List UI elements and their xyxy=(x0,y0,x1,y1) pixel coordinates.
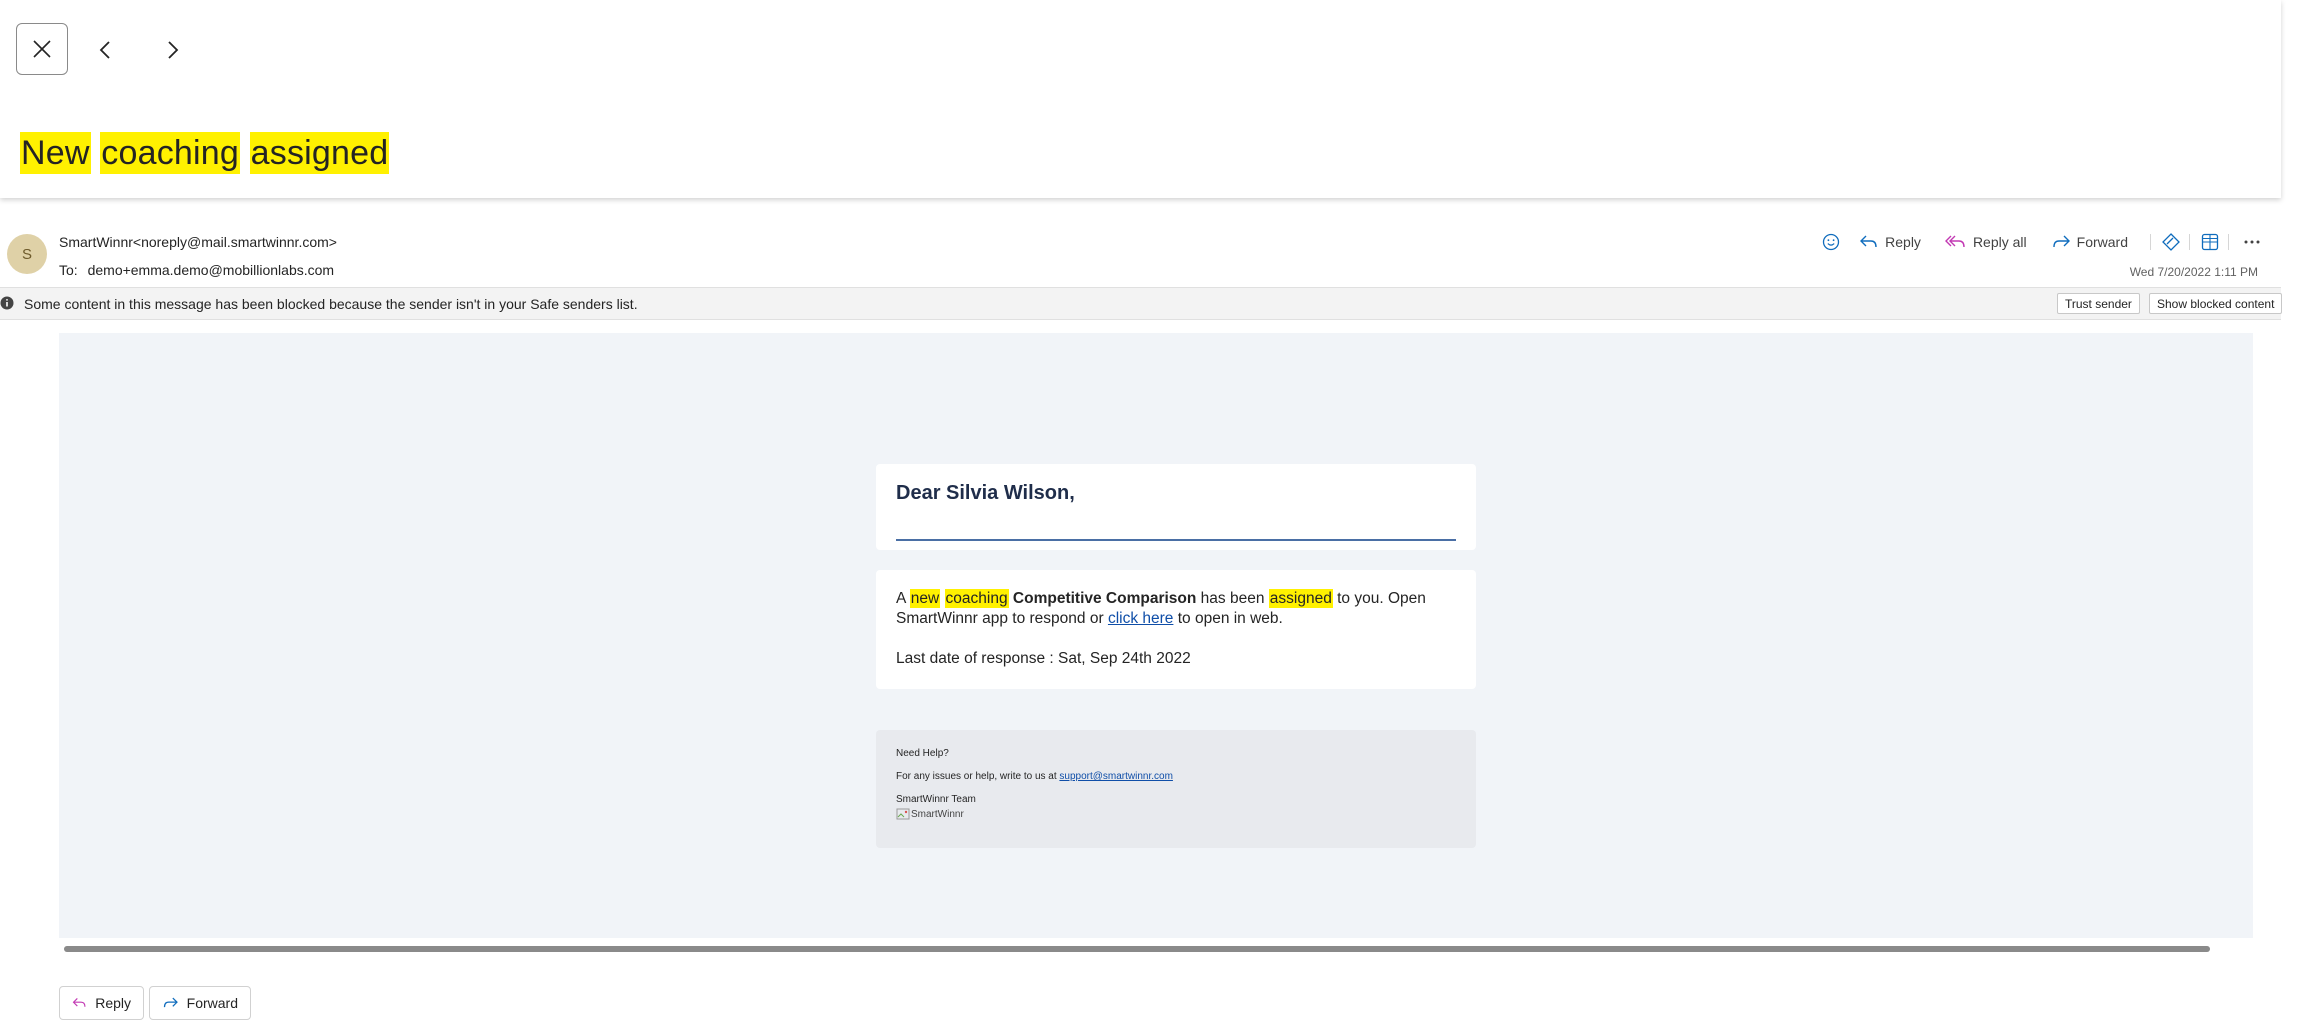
coaching-title: Competitive Comparison xyxy=(1012,590,1197,607)
bottom-reply-label: Reply xyxy=(95,995,131,1011)
support-line: For any issues or help, write to us at s… xyxy=(896,771,1456,782)
support-text: For any issues or help, write to us at xyxy=(896,771,1057,782)
forward-icon xyxy=(2052,235,2070,248)
forward-label: Forward xyxy=(2076,234,2128,250)
close-button[interactable] xyxy=(16,23,68,75)
subject-word: assigned xyxy=(249,132,390,174)
reply-all-button[interactable]: Reply all xyxy=(1944,233,2041,251)
logo-alt-text: SmartWinnr xyxy=(911,808,964,820)
reply-all-icon xyxy=(1944,235,1965,248)
to-label: To: xyxy=(59,262,78,278)
subject-word: New xyxy=(20,132,91,174)
chevron-left-icon xyxy=(99,41,110,59)
reply-button[interactable]: Reply xyxy=(1859,233,1935,251)
actions-divider xyxy=(2228,234,2229,250)
smiley-icon xyxy=(1822,233,1840,251)
msg-word: to open in web. xyxy=(1177,610,1283,627)
message-date: Wed 7/20/2022 1:11 PM xyxy=(2129,265,2258,279)
forward-icon xyxy=(163,997,178,1008)
chevron-right-icon xyxy=(168,41,179,59)
tag-icon xyxy=(2162,233,2180,251)
bottom-forward-button[interactable]: Forward xyxy=(149,986,251,1020)
team-signature: SmartWinnr Team xyxy=(896,794,976,805)
horizontal-scrollbar[interactable] xyxy=(64,946,2210,952)
message-text: A new coaching Competitive Comparison ha… xyxy=(896,589,1426,627)
actions-divider xyxy=(2150,234,2151,250)
message-card: A new coaching Competitive Comparison ha… xyxy=(876,570,1476,689)
help-footer-card: Need Help? For any issues or help, write… xyxy=(876,730,1476,848)
subject-word: coaching xyxy=(100,132,240,174)
blocked-content-bar: Some content in this message has been bl… xyxy=(0,287,2283,320)
reading-pane-header: New coaching assigned xyxy=(0,0,2281,198)
need-help-text: Need Help? xyxy=(896,748,949,759)
bottom-reply-button[interactable]: Reply xyxy=(59,986,144,1020)
sender-avatar[interactable]: S xyxy=(7,234,47,274)
message-actions: Reply Reply all Forward xyxy=(1811,231,2261,253)
click-here-link[interactable]: click here xyxy=(1108,610,1173,627)
blocked-content-message: Some content in this message has been bl… xyxy=(24,296,638,312)
greeting-card: Dear Silvia Wilson, xyxy=(876,464,1476,550)
actions-divider xyxy=(2189,234,2190,250)
sensitivity-button[interactable] xyxy=(2161,232,2181,252)
message-subject: New coaching assigned xyxy=(20,132,390,174)
email-body: Dear Silvia Wilson, A new coaching Compe… xyxy=(59,333,2253,938)
greeting: Dear Silvia Wilson, xyxy=(896,482,1075,504)
broken-image-icon xyxy=(896,808,910,820)
apps-grid-icon xyxy=(2201,233,2219,251)
reaction-button[interactable] xyxy=(1821,232,1841,252)
reply-icon xyxy=(72,998,86,1007)
msg-highlight: coaching xyxy=(944,589,1009,608)
reply-all-label: Reply all xyxy=(1972,234,2027,250)
msg-highlight: new xyxy=(909,589,941,608)
greeting-divider xyxy=(896,539,1456,541)
msg-word: has been xyxy=(1200,590,1265,607)
scrollbar-thumb[interactable] xyxy=(64,946,2210,952)
forward-button[interactable]: Forward xyxy=(2051,233,2142,251)
msg-word: A xyxy=(896,590,906,607)
recipient-address[interactable]: demo+emma.demo@mobillionlabs.com xyxy=(88,262,334,278)
bottom-forward-label: Forward xyxy=(186,995,238,1011)
support-email-link[interactable]: support@smartwinnr.com xyxy=(1059,771,1173,782)
reply-icon xyxy=(1860,235,1877,248)
show-blocked-content-button[interactable]: Show blocked content xyxy=(2149,293,2283,314)
trust-sender-button[interactable]: Trust sender xyxy=(2057,293,2140,314)
msg-highlight: assigned xyxy=(1268,589,1333,608)
previous-message-button[interactable] xyxy=(86,30,126,70)
more-icon xyxy=(2244,240,2260,244)
info-icon xyxy=(0,296,14,310)
reply-label: Reply xyxy=(1885,234,1921,250)
last-date-of-response: Last date of response : Sat, Sep 24th 20… xyxy=(896,650,1191,667)
sender-address[interactable]: SmartWinnr<noreply@mail.smartwinnr.com> xyxy=(59,234,337,250)
more-actions-button[interactable] xyxy=(2243,239,2261,245)
apps-button[interactable] xyxy=(2200,232,2220,252)
recipient-line: To: demo+emma.demo@mobillionlabs.com xyxy=(59,262,334,278)
message-header: S SmartWinnr<noreply@mail.smartwinnr.com… xyxy=(0,215,2281,285)
smartwinnr-logo: SmartWinnr xyxy=(896,808,1456,820)
next-message-button[interactable] xyxy=(152,30,192,70)
close-icon xyxy=(33,40,51,58)
